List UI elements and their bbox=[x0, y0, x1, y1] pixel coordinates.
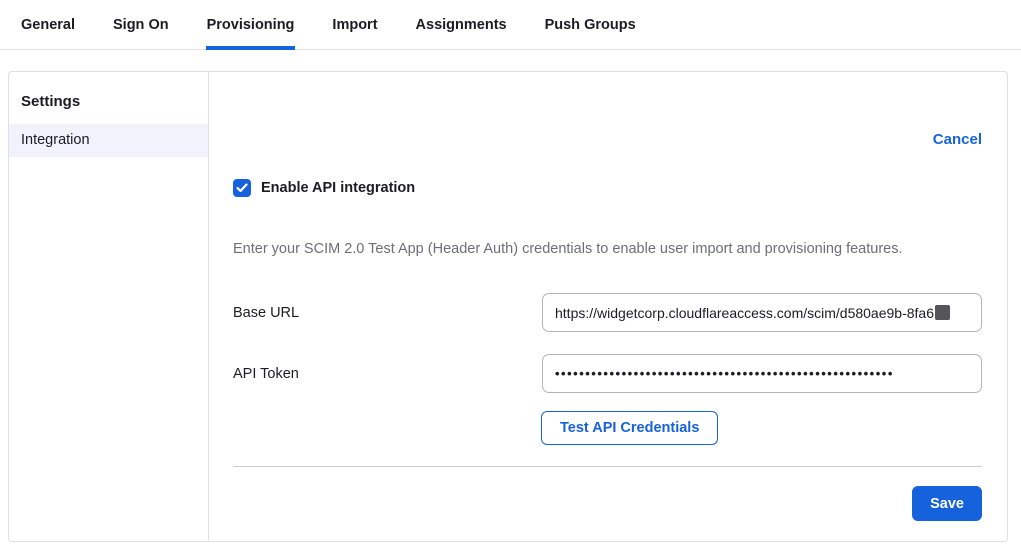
test-credentials-row: Test API Credentials bbox=[233, 411, 982, 445]
cancel-link[interactable]: Cancel bbox=[933, 131, 982, 148]
enable-api-integration-checkbox[interactable] bbox=[233, 179, 251, 197]
tab-sign-on[interactable]: Sign On bbox=[112, 17, 170, 50]
test-api-credentials-button[interactable]: Test API Credentials bbox=[541, 411, 718, 445]
sidebar-item-integration[interactable]: Integration bbox=[9, 124, 208, 157]
base-url-row: Base URL https://widgetcorp.cloudflareac… bbox=[233, 293, 982, 332]
save-button[interactable]: Save bbox=[912, 486, 982, 521]
footer: Save bbox=[233, 486, 982, 521]
tab-general[interactable]: General bbox=[20, 17, 76, 50]
sidebar-header: Settings bbox=[9, 85, 208, 124]
checkmark-icon bbox=[236, 183, 248, 193]
api-token-masked-value: ••••••••••••••••••••••••••••••••••••••••… bbox=[555, 366, 894, 381]
api-token-row: API Token ••••••••••••••••••••••••••••••… bbox=[233, 354, 982, 393]
tab-import[interactable]: Import bbox=[331, 17, 378, 50]
credentials-description: Enter your SCIM 2.0 Test App (Header Aut… bbox=[233, 241, 982, 257]
tab-bar: General Sign On Provisioning Import Assi… bbox=[0, 0, 1021, 50]
tab-provisioning[interactable]: Provisioning bbox=[206, 17, 296, 50]
base-url-input[interactable]: https://widgetcorp.cloudflareaccess.com/… bbox=[542, 293, 982, 332]
button-row-spacer bbox=[233, 411, 541, 445]
api-token-label: API Token bbox=[233, 366, 542, 382]
provisioning-panel: Settings Integration Cancel Enable API i… bbox=[8, 71, 1008, 542]
base-url-label: Base URL bbox=[233, 305, 542, 321]
tab-assignments[interactable]: Assignments bbox=[415, 17, 508, 50]
footer-divider bbox=[233, 466, 982, 467]
selected-text-block bbox=[935, 305, 950, 320]
integration-content: Cancel Enable API integration Enter your… bbox=[209, 72, 1007, 541]
content-header: Cancel bbox=[233, 131, 982, 148]
api-token-input[interactable]: ••••••••••••••••••••••••••••••••••••••••… bbox=[542, 354, 982, 393]
enable-api-integration-row: Enable API integration bbox=[233, 179, 982, 197]
tab-push-groups[interactable]: Push Groups bbox=[544, 17, 637, 50]
settings-sidebar: Settings Integration bbox=[9, 72, 209, 541]
enable-api-integration-label: Enable API integration bbox=[261, 180, 415, 196]
base-url-value: https://widgetcorp.cloudflareaccess.com/… bbox=[555, 305, 934, 321]
